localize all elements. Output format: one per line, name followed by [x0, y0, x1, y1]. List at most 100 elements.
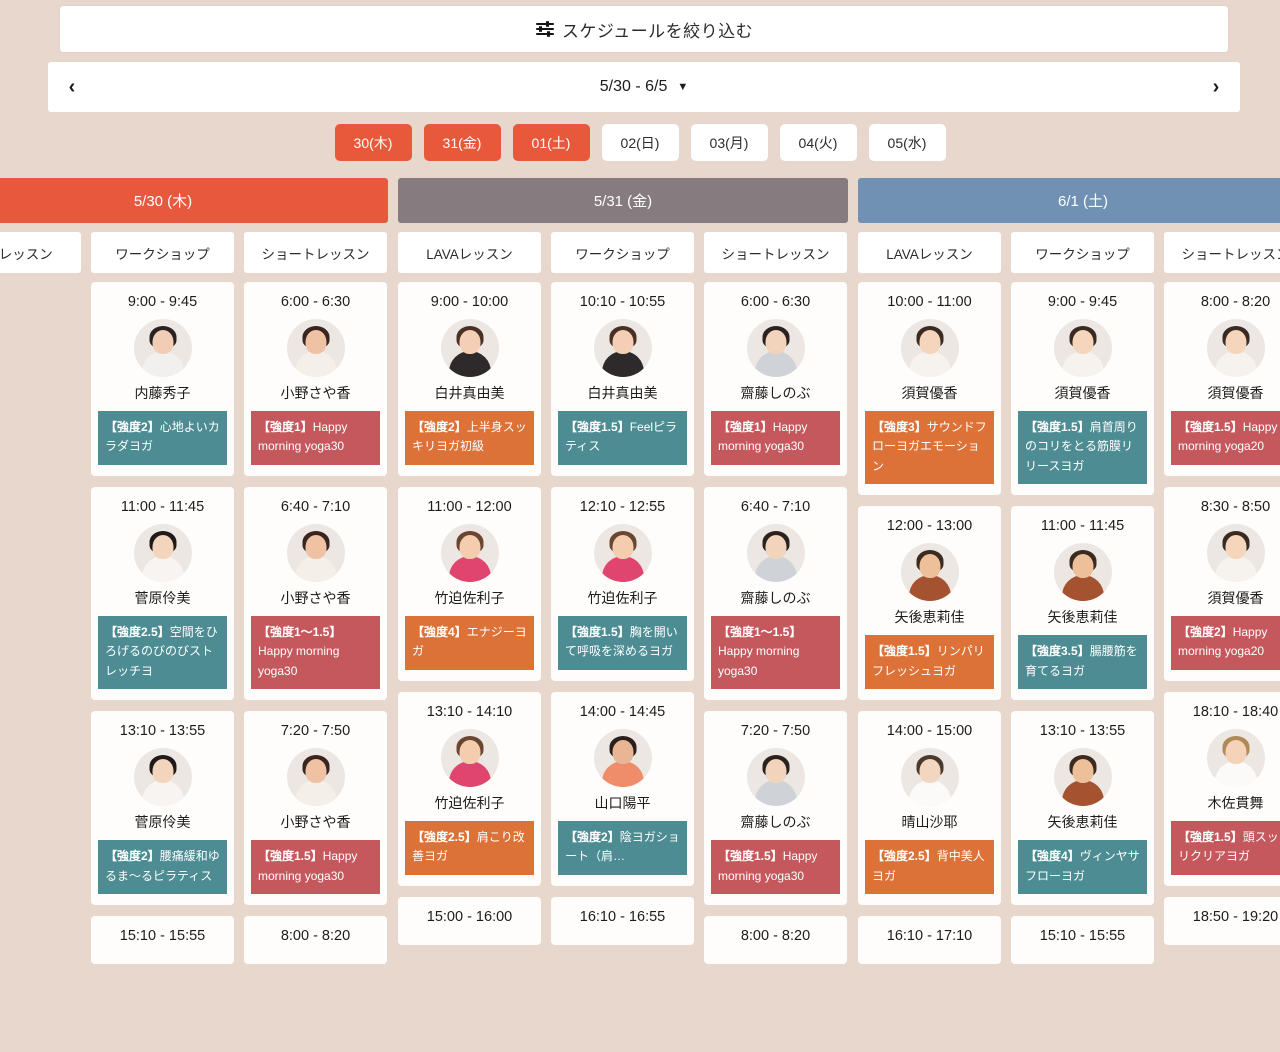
category-header[interactable]: ワークショップ — [551, 232, 694, 273]
day-pill-4[interactable]: 03(月) — [690, 124, 768, 161]
category-column: ワークショップ 9:00 - 9:45 須賀優香 【強度1.5】肩首周りのコリをとる筋… — [1011, 232, 1154, 965]
instructor-avatar — [900, 748, 959, 807]
category-header[interactable]: LAVAレッスン — [0, 232, 81, 273]
filter-label: スケジュールを絞り込む — [561, 21, 754, 41]
lesson-card[interactable]: 15:10 - 15:55 — [1011, 916, 1154, 965]
day-pill-label: 30(木) — [353, 134, 393, 151]
instructor-name: 矢後恵莉佳 — [1047, 609, 1118, 626]
lesson-card[interactable]: 13:10 - 14:10 竹迫佐利子 【強度2.5】肩こり改善ヨガ — [398, 691, 541, 886]
lesson-time: 12:00 - 13:00 — [886, 518, 973, 535]
lesson-card-list: 9:00 - 10:00 白井真由美 【強度2】上半身スッキリヨガ初級 11:00 -… — [398, 282, 541, 945]
schedule-filter-button[interactable]: スケジュールを絞り込む — [60, 6, 1228, 52]
lesson-title-tag: 【強度2】腰痛緩和ゆるま〜るピラティス — [98, 840, 227, 895]
day-pill-label: 01(土) — [531, 134, 571, 151]
lesson-time: 11:00 - 11:45 — [1040, 518, 1125, 535]
lesson-card[interactable]: 8:30 - 8:50 須賀優香 【強度2】Happy morning yoga20 — [1164, 486, 1280, 681]
instructor-name: 白井真由美 — [434, 385, 505, 401]
category-header[interactable]: ワークショップ — [91, 232, 234, 273]
lesson-card[interactable]: 13:10 - 13:55 矢後恵莉佳 【強度4】ヴィンヤサフローヨガ — [1011, 711, 1154, 906]
lesson-card[interactable]: 6:40 - 7:10 小野さや香 【強度1〜1.5】Happy morning y… — [244, 486, 387, 701]
chevron-right-icon[interactable]: › — [1192, 62, 1240, 112]
lesson-card[interactable]: 7:20 - 7:50 齋藤しのぶ 【強度1.5】Happy morning yog… — [704, 711, 847, 906]
lesson-card[interactable]: 8:00 - 8:20 — [704, 916, 847, 965]
lesson-card[interactable]: 11:00 - 12:00 竹迫佐利子 【強度4】エナジーヨガ — [398, 486, 541, 681]
category-header-label: ワークショップ — [115, 246, 210, 262]
lesson-card[interactable]: 10:10 - 10:55 白井真由美 【強度1.5】Feelピラティス — [551, 282, 694, 476]
week-range-label: 5/30 - 6/5 — [599, 78, 668, 95]
lesson-card[interactable]: 8:00 - 8:20 — [244, 916, 387, 965]
lesson-card[interactable]: 6:00 - 6:30 小野さや香 【強度1】Happy morning yoga3… — [244, 282, 387, 476]
lesson-title-tag: 【強度1.5】Feelピラティス — [558, 411, 687, 465]
lesson-card[interactable]: 11:00 - 11:45 矢後恵莉佳【強度3.5】腸腰筋を育てるヨガ — [1011, 506, 1154, 701]
day-pill-6[interactable]: 05(水) — [868, 124, 946, 161]
lesson-card[interactable]: 16:10 - 16:55 — [551, 896, 694, 945]
day-pill-2[interactable]: 01(土) — [512, 124, 590, 161]
lesson-card[interactable]: 10:00 - 11:00 須賀優香 【強度3】サウンドフローヨガエモーション — [858, 282, 1001, 496]
lesson-card[interactable]: 15:00 - 16:00 — [398, 896, 541, 945]
lesson-card[interactable]: 12:10 - 12:55 竹迫佐利子 【強度1.5】胸を開いて呼吸を深めるヨガ — [551, 486, 694, 681]
lesson-time: 18:50 - 19:20 — [1192, 908, 1279, 925]
caret-down-icon: ▼ — [677, 80, 689, 93]
week-navigation: ‹ 5/30 - 6/5 ▼ › — [48, 62, 1240, 112]
category-header[interactable]: ワークショップ — [1011, 232, 1154, 273]
lesson-time: 12:10 - 12:55 — [579, 498, 666, 515]
instructor-avatar — [1053, 543, 1112, 602]
day-pill-5[interactable]: 04(火) — [779, 124, 857, 161]
lesson-card[interactable]: 18:50 - 19:20 — [1164, 896, 1280, 945]
day-pill-0[interactable]: 30(木) — [334, 124, 412, 161]
lesson-card[interactable]: 14:00 - 14:45 山口陽平 【強度2】陰ヨガショート（肩… — [551, 691, 694, 886]
category-header[interactable]: ショートレッスン — [704, 232, 847, 273]
category-header[interactable]: ショートレッスン — [244, 232, 387, 273]
lesson-card[interactable]: 13:10 - 13:55 菅原伶美 【強度2】腰痛緩和ゆるま〜るピラティス — [91, 711, 234, 906]
lesson-intensity-badge: 【強度3】 — [872, 420, 927, 434]
instructor-name: 木佐貫舞 — [1207, 794, 1264, 811]
lesson-card[interactable]: 9:00 - 10:00 白井真由美 【強度2】上半身スッキリヨガ初級 — [398, 282, 541, 476]
day-column-day-0531: 5/31 (金) LAVAレッスン 9:00 - 10:00 白井真由美 【強度2】上半… — [398, 178, 848, 965]
category-column: ワークショップ 10:10 - 10:55 白井真由美 【強度1.5】Feelピラティ… — [551, 232, 694, 964]
category-column: LAVAレッスン 10:00 - 11:00 須賀優香 【強度3】サウンドフローヨガエ… — [858, 232, 1001, 965]
lesson-card[interactable]: 9:00 - 9:45 須賀優香 【強度1.5】肩首周りのコリをとる筋膜リリースヨガ — [1011, 282, 1154, 496]
lesson-time: 16:10 - 16:55 — [579, 908, 666, 925]
lesson-card[interactable]: 15:10 - 15:55 — [91, 916, 234, 965]
category-header-label: ショートレッスン — [261, 246, 370, 262]
lesson-title-tag: 【強度3.5】腸腰筋を育てるヨガ — [1018, 635, 1147, 690]
category-column: ワークショップ 9:00 - 9:45 内藤秀子 【強度2】心地よいカラダヨガ 11:0… — [91, 232, 234, 965]
lesson-time: 10:00 - 11:00 — [887, 294, 972, 310]
lesson-card[interactable]: 8:00 - 8:20 須賀優香 【強度1.5】Happy morning yoga… — [1164, 282, 1280, 476]
instructor-name: 矢後恵莉佳 — [1047, 814, 1118, 831]
lesson-card[interactable]: 6:00 - 6:30 齋藤しのぶ 【強度1】Happy morning yoga3… — [704, 282, 847, 476]
lesson-card[interactable]: 6:40 - 7:10 齋藤しのぶ 【強度1〜1.5】Happy morning y… — [704, 486, 847, 701]
instructor-avatar — [1206, 728, 1265, 787]
category-header[interactable]: LAVAレッスン — [858, 232, 1001, 273]
day-pill-1[interactable]: 31(金) — [423, 124, 501, 161]
lesson-intensity-badge: 【強度1〜1.5】 — [258, 624, 342, 639]
category-header-label: ショートレッスン — [721, 246, 830, 262]
lesson-card[interactable]: 9:00 - 9:45 内藤秀子 【強度2】心地よいカラダヨガ — [91, 282, 234, 476]
instructor-name: 内藤秀子 — [134, 385, 191, 401]
lesson-card[interactable]: 18:10 - 18:40 木佐貫舞【強度1.5】頭スッキリクリアヨガ — [1164, 691, 1280, 886]
day-header-label: 5/30 (木) — [133, 193, 193, 210]
lesson-time: 15:10 - 15:55 — [119, 928, 206, 945]
lesson-title-tag: 【強度1.5】Happy morning yoga30 — [711, 840, 840, 895]
lesson-card[interactable]: 12:00 - 13:00 矢後恵莉佳 【強度1.5】リンパリフレッシュヨガ — [858, 506, 1001, 701]
lesson-card-list: 10:00 - 11:00 須賀優香 【強度3】サウンドフローヨガエモーション 12:… — [858, 282, 1001, 965]
instructor-avatar — [286, 748, 345, 807]
lesson-card[interactable]: 14:00 - 15:00 晴山沙耶 【強度2.5】背中美人ヨガ — [858, 711, 1001, 906]
week-range-selector[interactable]: 5/30 - 6/5 ▼ — [96, 78, 1192, 96]
day-column-day-0530: 5/30 (木) LAVAレッスン ワークショップ 9:00 - 9:45 内藤秀子【強… — [0, 178, 388, 965]
category-header[interactable]: LAVAレッスン — [398, 232, 541, 273]
lesson-card-list: 8:00 - 8:20 須賀優香 【強度1.5】Happy morning yoga… — [1164, 282, 1280, 945]
category-header[interactable]: ショートレッスン — [1164, 232, 1280, 273]
lesson-card-list: 9:00 - 9:45 須賀優香 【強度1.5】肩首周りのコリをとる筋膜リリースヨガ… — [1011, 282, 1154, 965]
instructor-name: 山口陽平 — [594, 794, 651, 811]
lesson-title-tag: 【強度1.5】頭スッキリクリアヨガ — [1171, 820, 1280, 875]
day-pill-3[interactable]: 02(日) — [601, 124, 679, 161]
lesson-card[interactable]: 7:20 - 7:50 小野さや香 【強度1.5】Happy morning yog… — [244, 711, 387, 906]
lesson-title-tag: 【強度1.5】胸を開いて呼吸を深めるヨガ — [558, 615, 687, 670]
lesson-intensity-badge: 【強度1.5】 — [1178, 829, 1243, 844]
lesson-card[interactable]: 16:10 - 17:10 — [858, 916, 1001, 965]
chevron-left-icon[interactable]: ‹ — [48, 62, 96, 112]
lesson-card[interactable]: 11:00 - 11:45 菅原伶美 【強度2.5】空間をひろげるのびのびストレッチ… — [91, 486, 234, 701]
instructor-avatar — [746, 319, 805, 377]
instructor-name: 菅原伶美 — [134, 589, 191, 606]
